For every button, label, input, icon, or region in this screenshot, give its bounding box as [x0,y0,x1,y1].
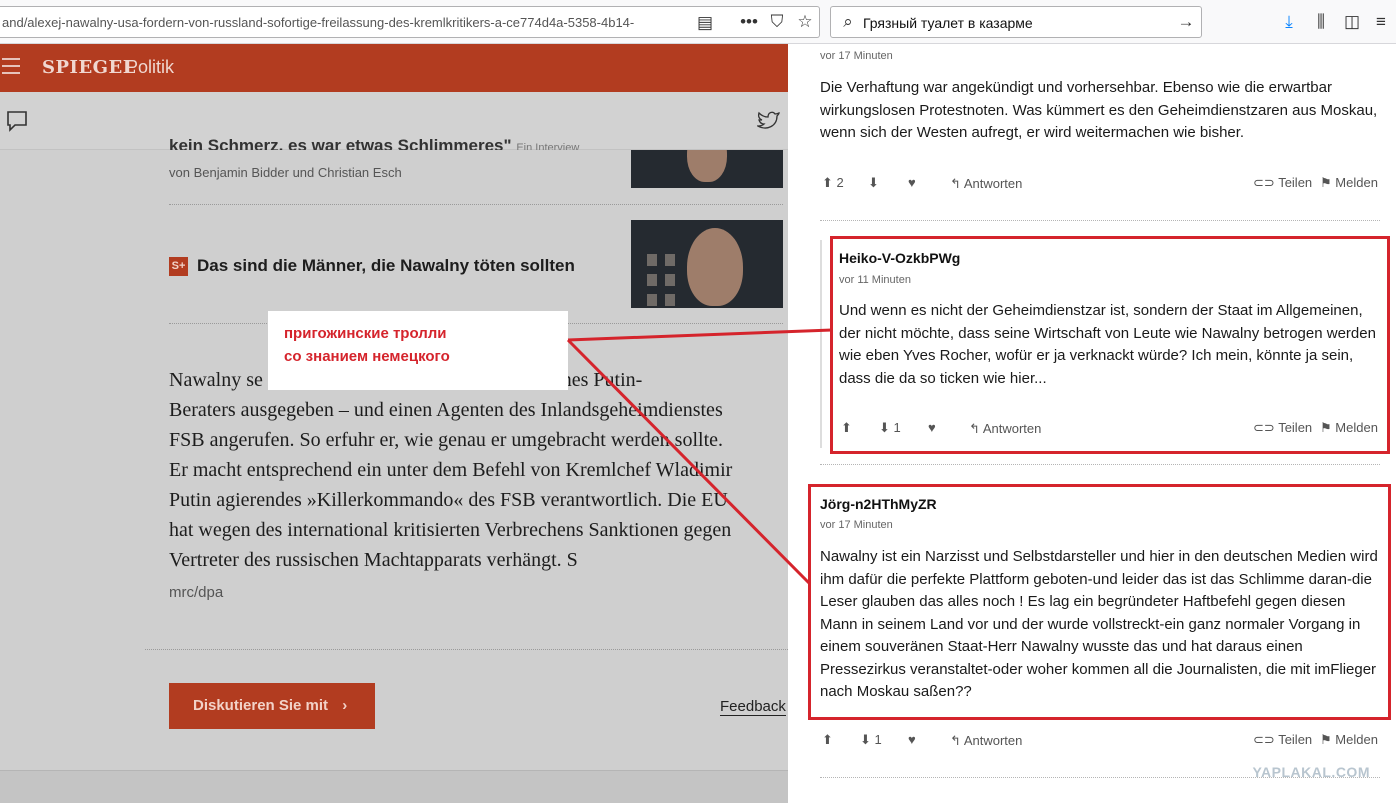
spiegel-header: SPIEGEL Politik [0,44,788,92]
arrow-down-circle-icon: ⬇ [879,420,890,435]
page-actions-icon[interactable]: ••• [738,12,760,32]
search-go-arrow-icon[interactable]: → [1175,12,1197,32]
comment-divider [820,220,1380,221]
share-button[interactable]: ⊂⊃ Teilen [1253,732,1312,748]
reply-arrow-icon: ↰ [950,733,961,748]
report-button[interactable]: ⚑ Melden [1320,420,1378,436]
divider [169,204,783,205]
teaser-2-image[interactable] [631,220,783,308]
article-line: Beraters ausgegeben – und einen Agenten … [169,399,723,421]
arrow-up-circle-icon: ⬆ [822,732,833,747]
share-button[interactable]: ⊂⊃ Teilen [1253,420,1312,436]
comment-body: Die Verhaftung war angekündigt und vorhe… [820,79,1378,141]
comment-time: vor 11 Minuten [839,274,911,286]
pocket-icon[interactable]: ⛉ [766,12,788,32]
report-button[interactable]: ⚑ Melden [1320,175,1378,191]
like-button[interactable]: ♥ [908,732,916,747]
share-button[interactable]: ⊂⊃ Teilen [1253,175,1312,191]
divider [145,649,788,650]
article-line: hat wegen des international kritisierten… [169,519,732,541]
teaser-1-title[interactable]: kein Schmerz, es war etwas Schlimmeres" … [169,136,609,150]
search-input[interactable]: Грязный туалет в казарме [863,15,1033,31]
teaser-2-title[interactable]: Das sind die Männer, die Nawalny töten s… [197,256,575,276]
teaser-1-byline: von Benjamin Bidder und Christian Esch [169,165,402,180]
article-line: Putin agierendes »Killerkommando« des FS… [169,489,728,511]
downvote-button[interactable]: ⬇ 1 [879,420,901,436]
article-source: mrc/dpa [169,584,224,601]
like-button[interactable]: ♥ [928,420,936,435]
comment-username[interactable]: Heiko-V-OzkbPWg [839,250,960,266]
report-button[interactable]: ⚑ Melden [1320,732,1378,748]
heart-icon: ♥ [908,175,916,190]
chevron-right-icon: › [342,697,348,714]
feedback-link[interactable]: Feedback [720,698,786,716]
watermark: YAPLAKAL.COM [1252,764,1370,780]
comment-body: Nawalny ist ein Narzisst und Selbstdarst… [820,548,1378,700]
link-icon: ⊂⊃ [1253,420,1275,435]
flag-icon: ⚑ [1320,420,1332,435]
article-line: Er macht entsprechend ein unter dem Befe… [169,459,733,481]
arrow-down-circle-icon: ⬇ [860,732,871,747]
article-line: FSB angerufen. So erfuhr er, wie genau e… [169,429,724,451]
reply-button[interactable]: ↰ Antworten [969,421,1041,437]
comment-icon[interactable] [6,110,28,132]
link-icon: ⊂⊃ [1253,175,1275,190]
link-icon: ⊂⊃ [1253,732,1275,747]
heart-icon: ♥ [928,420,936,435]
upvote-button[interactable]: ⬆ [822,732,833,748]
downloads-icon[interactable]: ⤓ [1278,12,1300,32]
teaser-1-image[interactable] [631,150,783,188]
arrow-down-circle-icon: ⬇ [868,175,879,190]
like-button[interactable]: ♥ [908,175,916,190]
address-bar[interactable]: and/alexej-nawalny-usa-fordern-von-russl… [0,6,820,38]
comment-divider [820,464,1380,465]
search-bar[interactable]: ⌕ Грязный туалет в казарме → [830,6,1202,38]
url-text[interactable]: and/alexej-nawalny-usa-fordern-von-russl… [2,15,692,30]
heart-icon: ♥ [908,732,916,747]
comment-body: Und wenn es nicht der Geheimdienstzar is… [839,302,1376,387]
library-icon[interactable]: ⫼ [1310,12,1332,32]
comments-panel: vor 17 Minuten Die Verhaftung war angekü… [788,44,1396,803]
arrow-up-circle-icon: ⬆ [841,420,852,435]
comment-username[interactable]: Jörg-n2HThMyZR [820,496,937,512]
comment-time: vor 17 Minuten [820,50,893,62]
reply-button[interactable]: ↰ Antworten [950,733,1022,749]
reply-thread-line [820,240,822,448]
discuss-button[interactable]: Diskutieren Sie mit › [169,683,375,729]
flag-icon: ⚑ [1320,175,1332,190]
spiegel-article-page: SPIEGEL Politik kein Schmerz, es war etw… [0,44,788,803]
reply-arrow-icon: ↰ [950,176,961,191]
hamburger-menu-icon[interactable] [2,58,20,79]
section-label[interactable]: Politik [126,57,174,78]
bookmark-star-icon[interactable]: ☆ [794,12,816,32]
page-bottom-bar [0,770,788,803]
upvote-button[interactable]: ⬆ [841,420,852,436]
downvote-button[interactable]: ⬇ [868,175,879,191]
annotation-line-2: со знанием немецкого [284,348,450,365]
reply-arrow-icon: ↰ [969,421,980,436]
reply-button[interactable]: ↰ Antworten [950,176,1022,192]
spiegel-plus-badge: S+ [169,257,188,276]
reader-view-icon[interactable]: ▤ [694,13,716,33]
spiegel-logo[interactable]: SPIEGEL [42,57,136,78]
article-line: Vertreter des russischen Machtapparats v… [169,549,578,571]
search-icon: ⌕ [843,12,853,31]
twitter-icon[interactable] [757,110,781,130]
sidebar-icon[interactable]: ◫ [1341,12,1363,32]
browser-toolbar: and/alexej-nawalny-usa-fordern-von-russl… [0,0,1396,44]
annotation-label: пригожинские тролли со знанием немецкого [268,311,568,390]
annotation-line-1: пригожинские тролли [284,325,447,342]
flag-icon: ⚑ [1320,732,1332,747]
app-menu-icon[interactable]: ≡ [1370,12,1392,32]
downvote-button[interactable]: ⬇ 1 [860,732,882,748]
comment-time: vor 17 Minuten [820,519,893,531]
upvote-button[interactable]: ⬆ 2 [822,175,844,191]
arrow-up-circle-icon: ⬆ [822,175,833,190]
